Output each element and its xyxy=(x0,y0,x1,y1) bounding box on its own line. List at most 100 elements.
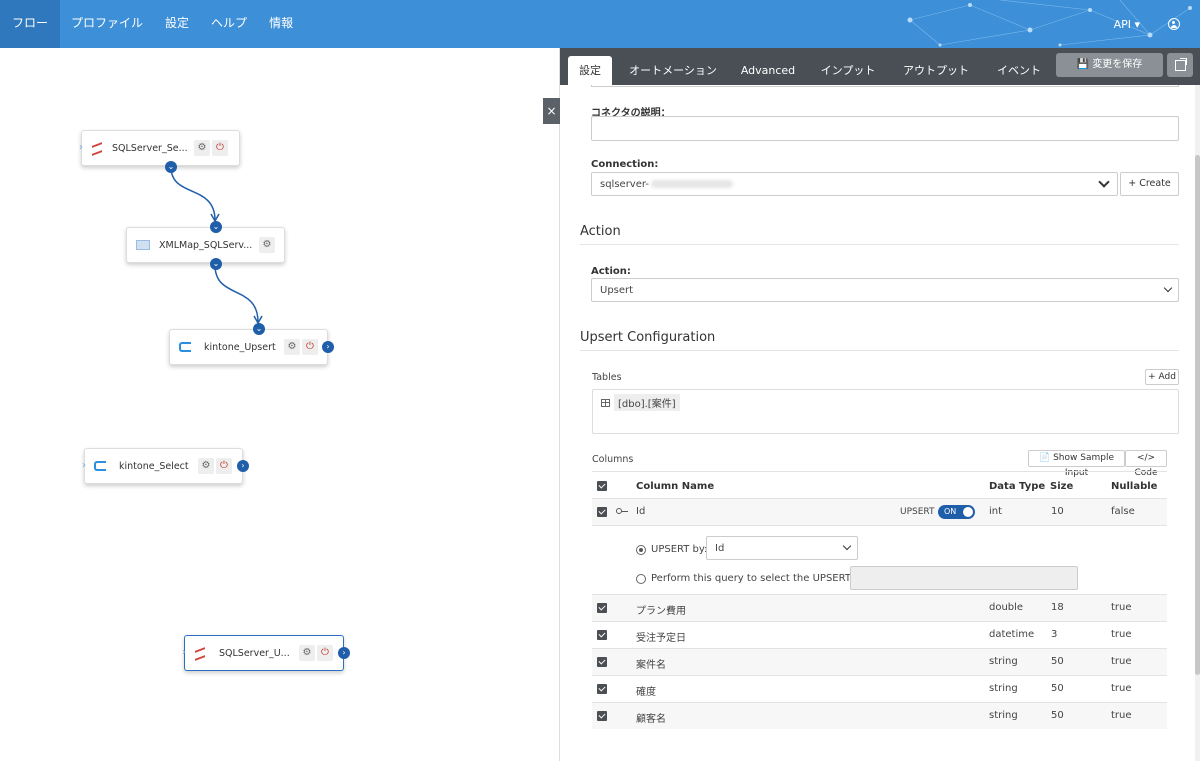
select-all-checkbox[interactable] xyxy=(597,481,607,491)
description-textarea[interactable] xyxy=(591,116,1179,141)
nav-info[interactable]: 情報 xyxy=(258,0,304,48)
size: 50 xyxy=(1051,683,1064,694)
tab-settings[interactable]: 設定 xyxy=(568,56,612,85)
upsert-query-input[interactable] xyxy=(850,566,1078,590)
power-icon[interactable]: ⏻ xyxy=(317,645,333,661)
nullable: true xyxy=(1111,710,1132,721)
row-checkbox[interactable] xyxy=(597,711,607,721)
nav-help[interactable]: ヘルプ xyxy=(200,0,258,48)
gear-icon[interactable]: ⚙ xyxy=(194,140,210,156)
tab-input[interactable]: インプット xyxy=(812,56,884,85)
node-label: kintone_Upsert xyxy=(204,341,276,353)
flow-node-sqlserver-select[interactable]: › SQLServer_Se... ⚙ ⏻ ⌄ xyxy=(79,130,240,173)
size-header: Size xyxy=(1050,481,1074,492)
input-arrow-icon: › xyxy=(79,142,83,153)
output-port[interactable]: ⌄ xyxy=(165,161,177,173)
divider xyxy=(580,350,1179,351)
save-button[interactable]: 💾 変更を保存 xyxy=(1056,53,1163,77)
nullable: false xyxy=(1111,506,1135,517)
data-type: string xyxy=(989,683,1018,694)
xmlmap-icon xyxy=(136,240,150,250)
gear-icon[interactable]: ⚙ xyxy=(284,339,300,355)
previous-field-edge xyxy=(591,85,1179,87)
close-panel-button[interactable]: × xyxy=(543,98,560,124)
flow-node-kintone-upsert[interactable]: kintone_Upsert ⚙ ⏻ ⌄ › xyxy=(169,323,334,365)
size: 50 xyxy=(1051,710,1064,721)
node-label: kintone_Select xyxy=(119,460,189,472)
row-checkbox[interactable] xyxy=(597,630,607,640)
nav-profile[interactable]: プロファイル xyxy=(60,0,154,48)
node-label: SQLServer_Se... xyxy=(112,142,188,154)
table-row: 案件名 string 50 true xyxy=(592,648,1167,675)
table-name: [dbo].[案件] xyxy=(614,394,680,411)
table-chip[interactable]: [dbo].[案件] xyxy=(601,394,680,411)
api-menu[interactable]: API ▾ xyxy=(1114,18,1140,31)
action-select[interactable]: Upsert xyxy=(591,278,1179,302)
gear-icon[interactable]: ⚙ xyxy=(198,458,214,474)
data-type: int xyxy=(989,506,1003,517)
redacted-text xyxy=(650,180,733,188)
settings-panel: 設定 オートメーション Advanced インプット アウトプット イベント 💾… xyxy=(560,48,1200,761)
output-arrow-port[interactable]: › xyxy=(322,341,334,353)
tab-events[interactable]: イベント xyxy=(988,56,1050,85)
row-checkbox[interactable] xyxy=(597,603,607,613)
flow-node-sqlserver-upsert[interactable]: › SQLServer_U... ⚙ ⏻ › xyxy=(182,635,350,671)
query-label: Perform this query to select the UPSERT … xyxy=(651,573,875,584)
data-type: string xyxy=(989,656,1018,667)
action-label: Action: xyxy=(591,266,631,277)
query-radio[interactable] xyxy=(636,574,646,584)
flow-canvas[interactable]: › SQLServer_Se... ⚙ ⏻ ⌄ XMLMap_SQLServ..… xyxy=(0,48,560,761)
top-navbar: フロー プロファイル 設定 ヘルプ 情報 API ▾ xyxy=(0,0,1200,48)
upsert-options: UPSERT by: Id Perform this query to sele… xyxy=(592,525,1167,594)
row-checkbox[interactable] xyxy=(597,657,607,667)
nav-flow[interactable]: フロー xyxy=(0,0,61,48)
flow-node-kintone-select[interactable]: › kintone_Select ⚙ ⏻ › xyxy=(82,448,249,484)
output-port[interactable]: ⌄ xyxy=(210,258,222,270)
output-arrow-port[interactable]: › xyxy=(338,647,350,659)
data-type: string xyxy=(989,710,1018,721)
toggle-label: ON xyxy=(944,507,957,516)
scrollbar-thumb[interactable] xyxy=(1195,155,1200,675)
nullable: true xyxy=(1111,656,1132,667)
chevron-down-icon xyxy=(1098,176,1110,188)
show-sample-input-button[interactable]: 📄 Show Sample Input xyxy=(1028,450,1125,478)
external-link-button[interactable] xyxy=(1167,53,1193,77)
output-arrow-port[interactable]: › xyxy=(237,460,249,472)
columns-header-row: Column Name Data Type Size Nullable xyxy=(592,471,1167,498)
tab-automation[interactable]: オートメーション xyxy=(624,56,722,85)
gear-icon[interactable]: ⚙ xyxy=(299,645,315,661)
divider xyxy=(580,244,1179,245)
tab-advanced[interactable]: Advanced xyxy=(735,56,801,85)
upsert-toggle[interactable]: ON xyxy=(938,505,975,519)
input-port[interactable]: ⌄ xyxy=(210,221,222,233)
power-icon[interactable]: ⏻ xyxy=(212,140,228,156)
add-table-button[interactable]: + Add xyxy=(1145,369,1179,385)
flow-node-xmlmap[interactable]: XMLMap_SQLServ... ⚙ ⌄ ⌄ xyxy=(126,221,285,270)
user-icon[interactable] xyxy=(1168,18,1180,30)
upsert-by-select[interactable]: Id xyxy=(706,536,858,560)
gear-icon[interactable]: ⚙ xyxy=(259,237,275,253)
input-port[interactable]: ⌄ xyxy=(253,323,265,335)
create-connection-button[interactable]: + Create xyxy=(1120,172,1179,196)
data-type: datetime xyxy=(989,629,1035,640)
row-checkbox[interactable] xyxy=(597,507,607,517)
power-icon[interactable]: ⏻ xyxy=(216,458,232,474)
kintone-icon xyxy=(179,342,191,352)
nav-settings[interactable]: 設定 xyxy=(154,0,200,48)
sqlserver-icon xyxy=(194,647,206,659)
tab-output[interactable]: アウトプット xyxy=(896,56,976,85)
nullable: true xyxy=(1111,602,1132,613)
connection-select[interactable]: sqlserver- xyxy=(591,172,1118,196)
row-checkbox[interactable] xyxy=(597,684,607,694)
data-type: double xyxy=(989,602,1024,613)
column-name: 受注予定日 xyxy=(636,633,686,644)
size: 50 xyxy=(1051,656,1064,667)
columns-label: Columns xyxy=(592,454,634,465)
power-icon[interactable]: ⏻ xyxy=(302,339,318,355)
upsert-by-radio[interactable] xyxy=(636,545,646,555)
nullable-header: Nullable xyxy=(1111,481,1158,492)
column-name: Id xyxy=(636,506,646,517)
node-label: XMLMap_SQLServ... xyxy=(159,239,253,251)
code-button[interactable]: </> Code xyxy=(1125,450,1167,478)
size: 18 xyxy=(1051,602,1064,613)
